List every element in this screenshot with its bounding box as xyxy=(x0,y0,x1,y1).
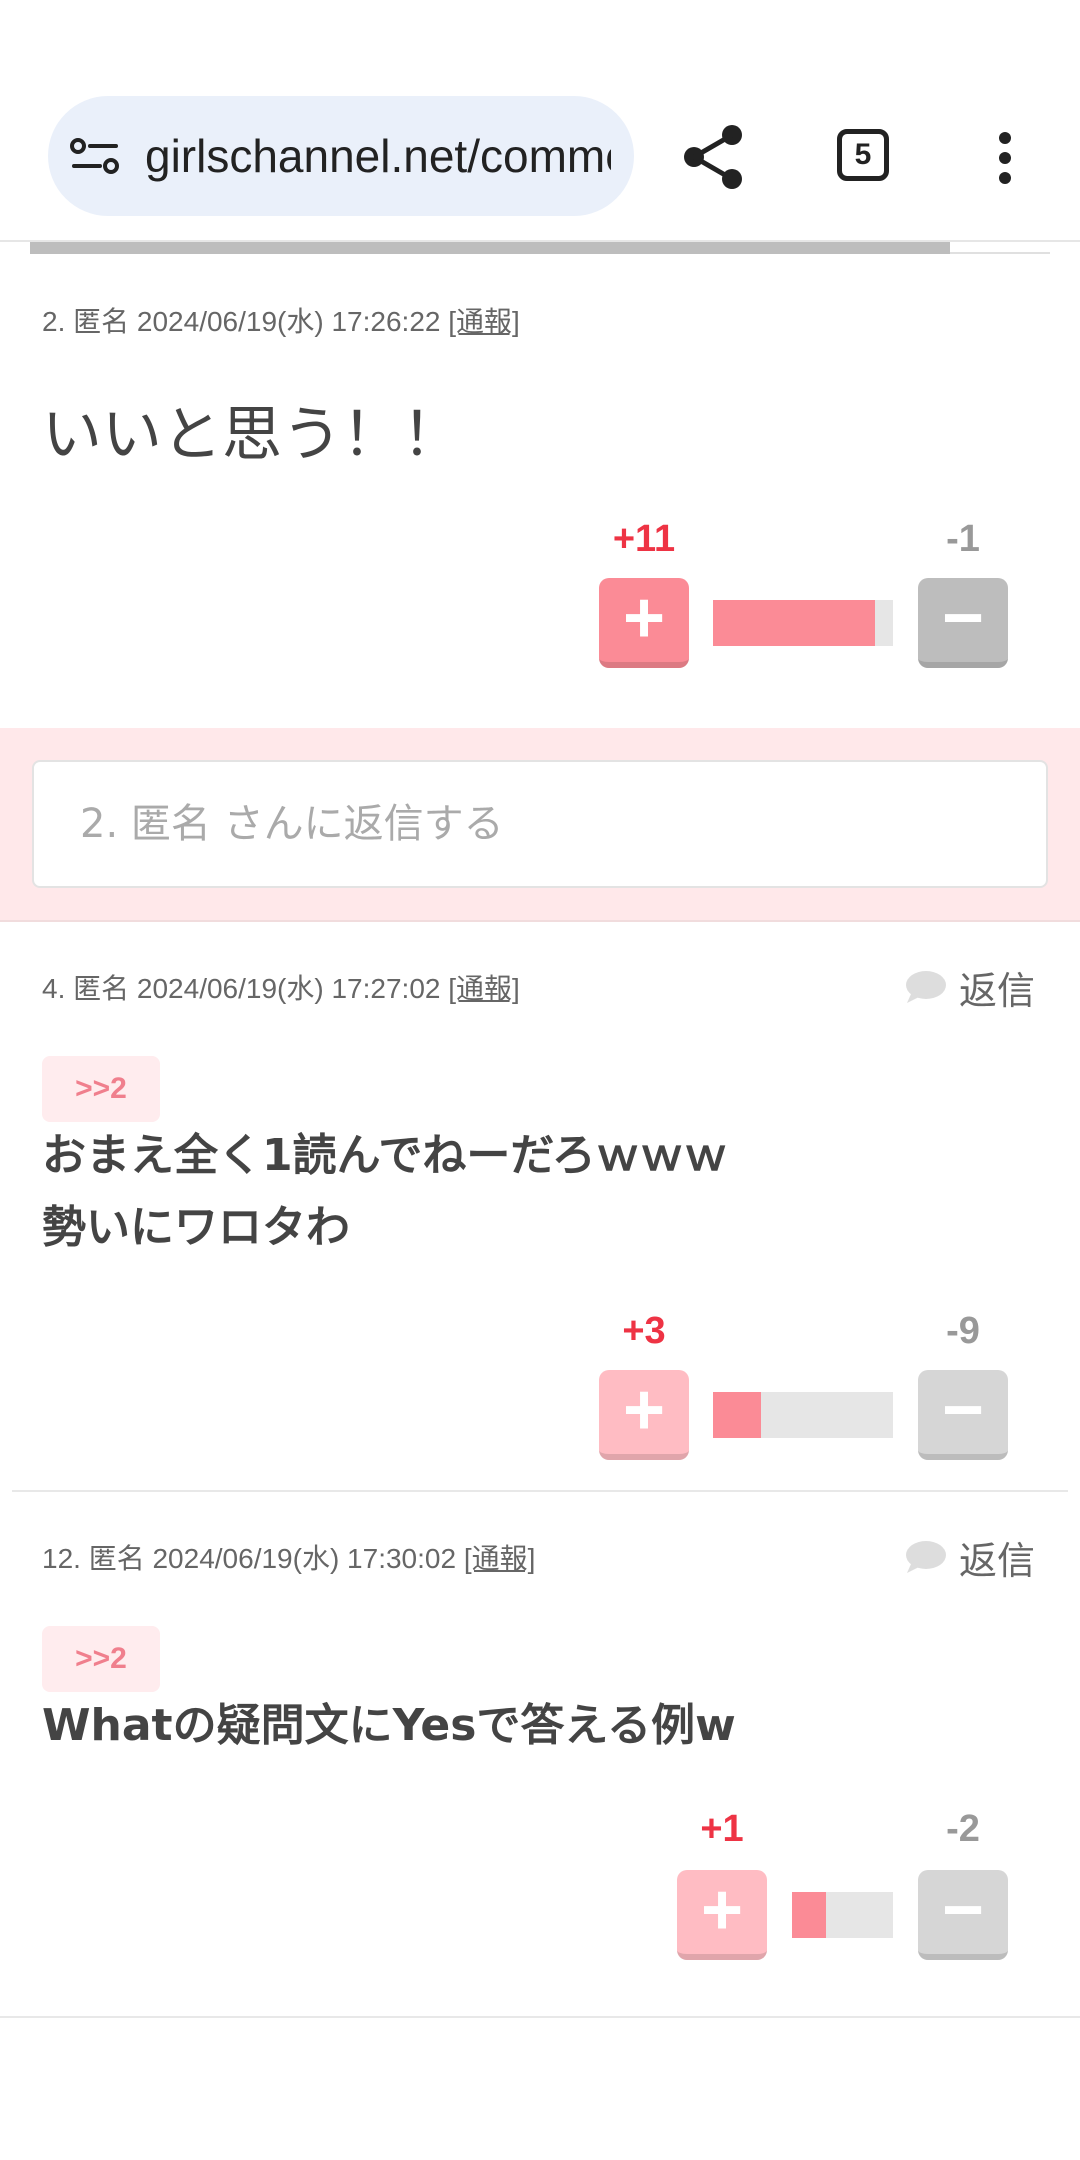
reply-button[interactable]: 返信 xyxy=(905,1530,1045,1583)
vote-ratio-fill xyxy=(713,1392,761,1438)
minus-icon: − xyxy=(941,1870,985,1950)
minus-icon: − xyxy=(941,578,985,658)
reply-placeholder: 2. 匿名 さんに返信する xyxy=(80,801,504,847)
scroll-indicator[interactable] xyxy=(30,242,950,254)
minus-count: -9 xyxy=(946,1310,980,1352)
comment-bubble-icon xyxy=(906,1541,946,1573)
reply-button[interactable]: 返信 xyxy=(905,960,1045,1013)
comment-body-line: おまえ全く1読んでねーだろｗｗｗ xyxy=(42,1130,728,1181)
minus-count: -2 xyxy=(946,1808,980,1850)
vote-ratio-fill xyxy=(713,600,875,646)
comment-bubble-icon xyxy=(906,971,946,1003)
plus-icon: + xyxy=(622,1370,666,1450)
minus-count: -1 xyxy=(946,518,980,560)
comment-header: 2. 匿名 2024/06/19(水) 17:26:22 xyxy=(42,306,449,337)
comment-meta: 2. 匿名 2024/06/19(水) 17:26:22 [通報] xyxy=(42,300,520,340)
plus-vote-button[interactable]: + xyxy=(599,1370,689,1460)
comment-body: いいと思う！！ xyxy=(42,400,462,470)
comment-body-line: 勢いにワロタわ xyxy=(42,1202,350,1253)
more-menu-icon[interactable] xyxy=(990,128,1020,188)
plus-vote-button[interactable]: + xyxy=(677,1870,767,1960)
minus-vote-button[interactable]: − xyxy=(918,1370,1008,1460)
plus-vote-button[interactable]: + xyxy=(599,578,689,668)
reply-label: 返信 xyxy=(959,969,1036,1013)
comment-divider xyxy=(12,1490,1068,1492)
report-link[interactable]: [通報] xyxy=(448,306,520,337)
vote-ratio-fill xyxy=(792,1892,826,1938)
report-link[interactable]: [通報] xyxy=(464,1543,536,1574)
comment-header: 12. 匿名 2024/06/19(水) 17:30:02 xyxy=(42,1543,464,1574)
plus-count: +3 xyxy=(622,1310,666,1352)
vote-ratio-bar xyxy=(792,1892,893,1938)
tab-switcher-button[interactable]: 5 xyxy=(837,129,889,181)
minus-icon: − xyxy=(941,1370,985,1450)
site-settings-icon[interactable] xyxy=(70,136,120,176)
plus-icon: + xyxy=(700,1870,744,1950)
minus-vote-button[interactable]: − xyxy=(918,578,1008,668)
quote-anchor-link[interactable]: >>2 xyxy=(42,1626,160,1692)
comment-meta: 12. 匿名 2024/06/19(水) 17:30:02 [通報] xyxy=(42,1537,535,1577)
comment-meta: 4. 匿名 2024/06/19(水) 17:27:02 [通報] xyxy=(42,967,520,1007)
report-link[interactable]: [通報] xyxy=(448,973,520,1004)
url-text[interactable]: girlschannel.net/comment/ xyxy=(145,96,611,216)
vote-ratio-bar xyxy=(713,1392,893,1438)
comment-divider xyxy=(0,2016,1080,2018)
minus-vote-button[interactable]: − xyxy=(918,1870,1008,1960)
comment-header: 4. 匿名 2024/06/19(水) 17:27:02 xyxy=(42,973,449,1004)
vote-ratio-bar xyxy=(713,600,893,646)
plus-count: +11 xyxy=(612,518,676,560)
plus-count: +1 xyxy=(700,1808,744,1850)
quote-anchor-link[interactable]: >>2 xyxy=(42,1056,160,1122)
plus-icon: + xyxy=(622,578,666,658)
reply-label: 返信 xyxy=(959,1539,1036,1583)
comment-body: Whatの疑問文にYesで答える例w xyxy=(42,1700,736,1751)
share-icon[interactable] xyxy=(682,124,746,190)
